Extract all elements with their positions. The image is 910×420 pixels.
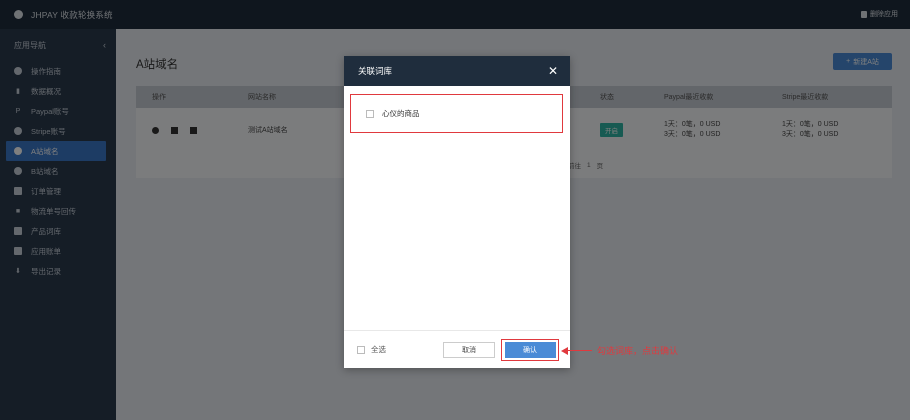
link-lexicon-modal: 关联词库 ✕ 心仪的商品 全选 取消 确认	[344, 56, 570, 368]
modal-header: 关联词库 ✕	[344, 56, 570, 86]
select-all-label: 全选	[371, 345, 386, 354]
confirm-highlight: 确认	[501, 339, 559, 361]
close-icon[interactable]: ✕	[548, 65, 558, 77]
arrow-left-icon	[561, 346, 568, 355]
modal-title: 关联词库	[358, 66, 393, 76]
lexicon-checkbox[interactable]	[366, 109, 374, 118]
select-all-checkbox[interactable]	[357, 345, 365, 354]
select-all[interactable]: 全选	[357, 344, 386, 355]
instruction-annotation: 勾选词库，点击确认	[561, 344, 678, 357]
arrow-line	[568, 349, 592, 352]
confirm-button[interactable]: 确认	[504, 342, 556, 358]
lexicon-list-highlight: 心仪的商品	[350, 94, 563, 133]
modal-footer: 全选 取消 确认	[344, 330, 570, 368]
lexicon-item-label[interactable]: 心仪的商品	[382, 108, 420, 119]
annotation-text: 勾选词库，点击确认	[597, 347, 679, 357]
cancel-button[interactable]: 取消	[443, 342, 495, 358]
